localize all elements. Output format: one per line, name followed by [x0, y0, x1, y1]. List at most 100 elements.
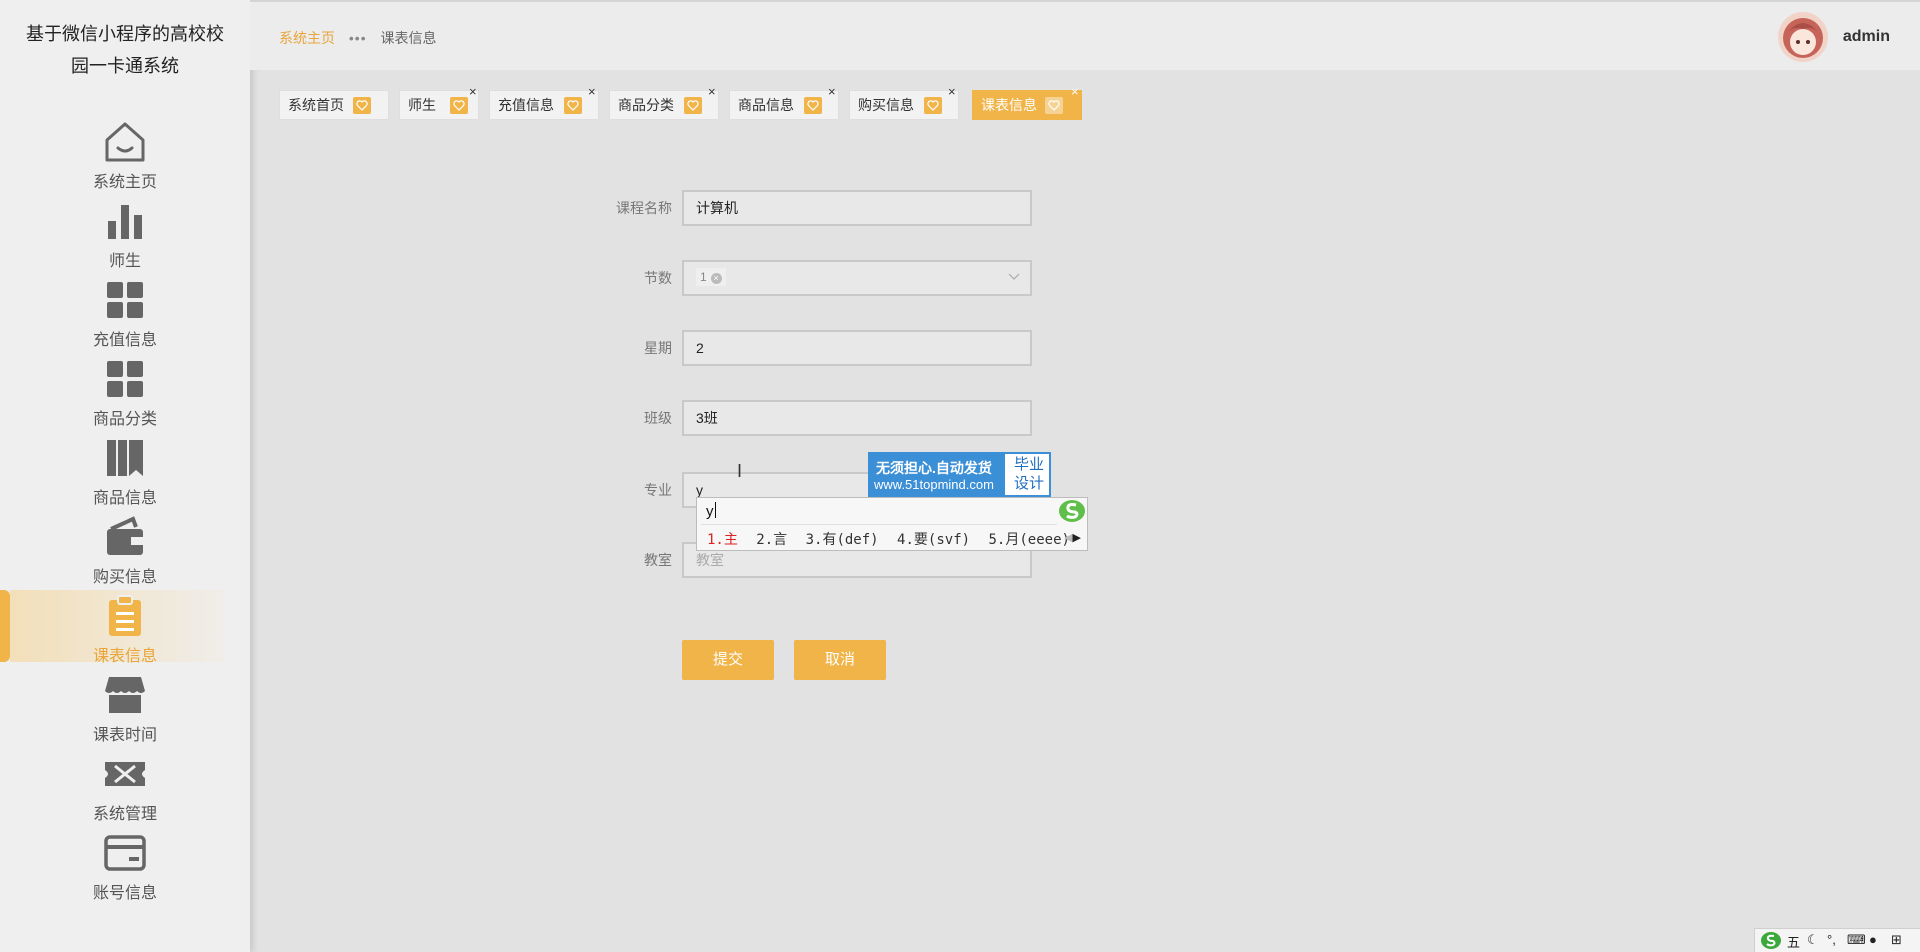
watermark-line2: www.51topmind.com	[874, 477, 994, 492]
close-icon[interactable]: ×	[1071, 85, 1079, 99]
user-icon[interactable]: ●	[1869, 932, 1877, 947]
sidebar-item-account[interactable]: 账号信息	[0, 829, 250, 908]
tag-teachers-students[interactable]: 师生 ×	[399, 85, 479, 120]
ime-prev-icon[interactable]: ◀	[1064, 532, 1072, 544]
home-icon	[105, 122, 145, 162]
punctuation-icon[interactable]: °,	[1827, 932, 1836, 947]
grid-icon	[107, 282, 143, 318]
sidebar-item-home[interactable]: 系统主页	[0, 118, 250, 197]
heart-icon[interactable]	[1045, 97, 1063, 114]
sogou-logo-icon[interactable]	[1760, 931, 1782, 950]
ime-page-arrows: ◀▶	[1064, 531, 1081, 544]
tag-label: 购买信息	[858, 97, 914, 113]
avatar-image	[1778, 12, 1828, 62]
heart-icon[interactable]	[804, 97, 822, 114]
sidebar-item-purchase[interactable]: 购买信息	[0, 513, 250, 592]
weekday-input[interactable]: 2	[682, 330, 1032, 366]
ticket-icon	[105, 762, 145, 786]
sidebar-item-teachers-students[interactable]: 师生	[0, 197, 250, 276]
clipboard-icon	[109, 595, 141, 636]
close-icon[interactable]: ×	[948, 85, 956, 99]
user-menu[interactable]: admin	[1740, 12, 1890, 64]
sidebar-item-label: 系统主页	[92, 174, 157, 191]
app-title: 基于微信小程序的高校校 园一卡通系统	[0, 18, 250, 82]
watermark-right2: 设计	[1013, 475, 1044, 492]
close-icon[interactable]: ×	[828, 85, 836, 99]
ime-candidate[interactable]: 5.月(eeee)	[989, 532, 1070, 548]
close-icon[interactable]: ×	[588, 85, 596, 99]
chevron-down-icon	[1008, 273, 1020, 280]
heart-icon[interactable]	[450, 97, 468, 114]
period-label: 节数	[644, 270, 672, 286]
tag-schedule[interactable]: 课表信息 ×	[972, 85, 1082, 120]
sogou-logo-icon	[1059, 500, 1085, 522]
keyboard-icon[interactable]: ⌨	[1847, 932, 1866, 948]
app-title-line2: 园一卡通系统	[71, 56, 179, 76]
watermark-right1: 毕业	[1013, 456, 1044, 473]
ime-caret	[714, 502, 716, 518]
bar-chart-icon	[108, 205, 142, 239]
sidebar-item-system-management[interactable]: 系统管理	[0, 750, 250, 829]
form-row-weekday: 星期 2	[580, 330, 1032, 366]
avatar[interactable]	[1778, 12, 1828, 62]
sidebar-item-label: 师生	[108, 253, 141, 270]
ime-candidate[interactable]: 4.要(svf)	[897, 532, 970, 548]
cancel-button[interactable]: 取消	[794, 640, 886, 680]
heart-icon[interactable]	[924, 97, 942, 114]
chip-remove-icon[interactable]: ×	[710, 273, 722, 284]
text-cursor-icon: I	[737, 461, 743, 481]
ime-candidate[interactable]: 3.有(def)	[806, 532, 879, 548]
moon-icon[interactable]: ☾	[1807, 932, 1819, 948]
sidebar-item-label: 购买信息	[92, 569, 157, 586]
tag-label: 商品信息	[738, 97, 794, 113]
ime-candidate-list: 1.主 2.言 3.有(def) 4.要(svf) 5.月(eeee)	[707, 529, 1080, 549]
username[interactable]: admin	[1843, 28, 1890, 46]
sidebar-item-recharge[interactable]: 充值信息	[0, 276, 250, 355]
top-header: 系统主页 ••• 课表信息 admin	[250, 0, 1920, 70]
heart-icon[interactable]	[564, 97, 582, 114]
period-select[interactable]: 1 ×	[682, 260, 1032, 296]
sidebar-item-schedule-time[interactable]: 课表时间	[0, 671, 250, 750]
sidebar-item-schedule[interactable]: 课表信息	[0, 590, 250, 671]
submit-button[interactable]: 提交	[682, 640, 774, 680]
sidebar-item-product-info[interactable]: 商品信息	[0, 434, 250, 513]
tag-label: 商品分类	[618, 97, 674, 113]
sidebar: 基于微信小程序的高校校 园一卡通系统 系统主页 师生 充值信息 商品分类 商品信…	[0, 0, 250, 952]
toolbox-icon[interactable]: ⊞	[1891, 932, 1902, 948]
breadcrumb-home[interactable]: 系统主页	[279, 30, 335, 46]
sidebar-item-label: 商品分类	[92, 411, 157, 428]
heart-icon[interactable]	[684, 97, 702, 114]
card-icon	[104, 835, 146, 871]
tag-system-home[interactable]: 系统首页	[279, 90, 389, 120]
form-row-class: 班级 3班	[580, 400, 1032, 436]
form-row-course-name: 课程名称 计算机	[580, 190, 1032, 226]
tag-label: 课表信息	[981, 97, 1037, 113]
ime-candidate[interactable]: 2.言	[756, 532, 787, 548]
tag-product-info[interactable]: 商品信息 ×	[729, 85, 839, 120]
classroom-label: 教室	[644, 552, 672, 568]
sidebar-item-label: 课表时间	[92, 727, 157, 744]
ime-candidate[interactable]: 1.主	[707, 532, 738, 548]
ime-mode-label[interactable]: 五	[1787, 932, 1800, 951]
close-icon[interactable]: ×	[708, 85, 716, 99]
course-name-input[interactable]: 计算机	[682, 190, 1032, 226]
ime-status-bar: 五 ☾ °, ⌨ ● ⊞	[1754, 928, 1920, 952]
ime-next-icon[interactable]: ▶	[1073, 532, 1081, 544]
sidebar-item-label: 账号信息	[92, 885, 157, 902]
sidebar-item-product-category[interactable]: 商品分类	[0, 355, 250, 434]
period-chip: 1 ×	[696, 268, 726, 286]
tag-product-category[interactable]: 商品分类 ×	[609, 85, 719, 120]
tag-recharge[interactable]: 充值信息 ×	[489, 85, 599, 120]
class-input[interactable]: 3班	[682, 400, 1032, 436]
breadcrumb: 系统主页 ••• 课表信息	[279, 28, 437, 48]
form-row-period: 节数 1 ×	[580, 260, 1032, 296]
ime-composition-text: y	[706, 503, 714, 520]
course-name-label: 课程名称	[616, 200, 672, 216]
sidebar-item-label: 商品信息	[92, 490, 157, 507]
tag-purchase[interactable]: 购买信息 ×	[849, 85, 959, 120]
watermark-right: 毕业 设计	[1009, 455, 1049, 493]
heart-icon[interactable]	[353, 97, 371, 114]
close-icon[interactable]: ×	[469, 85, 477, 99]
books-icon	[107, 440, 143, 476]
weekday-label: 星期	[644, 340, 672, 356]
